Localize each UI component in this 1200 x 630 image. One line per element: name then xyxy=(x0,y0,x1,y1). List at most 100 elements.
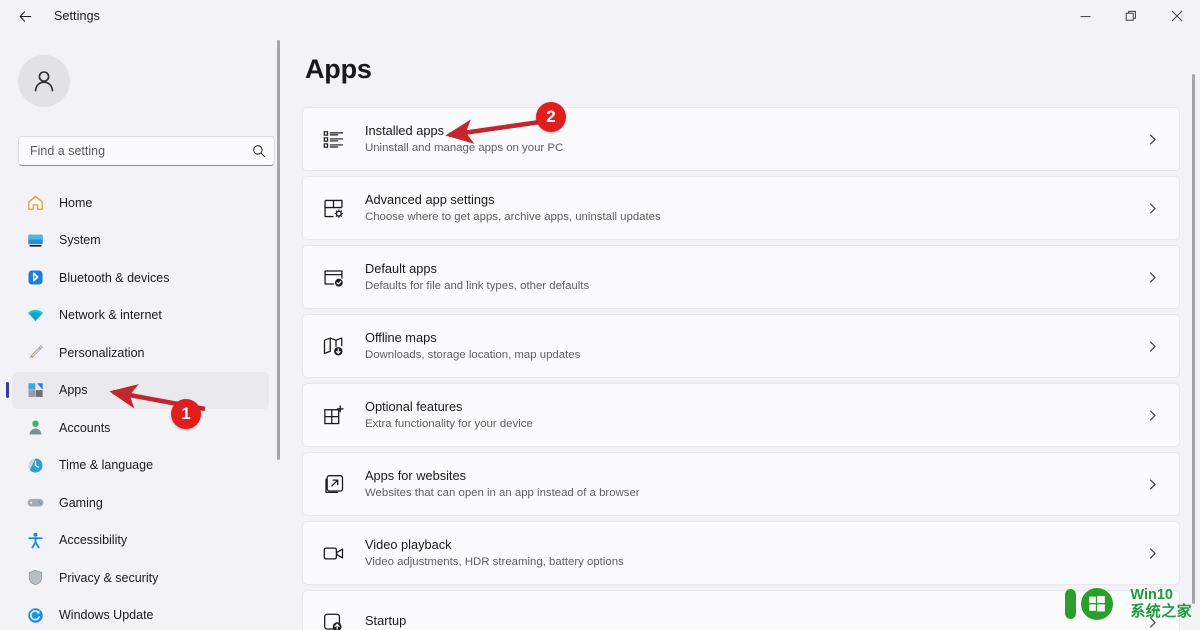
card-offline-maps[interactable]: Offline maps Downloads, storage location… xyxy=(302,314,1180,378)
settings-window: Settings Find a setting Home System Blue… xyxy=(0,0,1200,630)
windows-update-icon xyxy=(25,605,45,625)
bluetooth-icon xyxy=(25,268,45,288)
sidebar-item-label: Personalization xyxy=(59,345,145,360)
main-content: Apps Installed apps Uninstall and manage… xyxy=(283,32,1200,630)
watermark: Win10 系统之家 xyxy=(1061,584,1192,624)
card-title: Startup xyxy=(365,613,407,628)
sidebar-item-privacy-security[interactable]: Privacy & security xyxy=(12,559,269,597)
settings-card-list: Installed apps Uninstall and manage apps… xyxy=(302,107,1180,630)
page-title: Apps xyxy=(305,54,372,84)
sidebar-item-label: Bluetooth & devices xyxy=(59,270,170,285)
sidebar-item-label: Home xyxy=(59,195,93,210)
sidebar-nav: Home System Bluetooth & devices Network … xyxy=(0,184,283,630)
card-video-playback[interactable]: Video playback Video adjustments, HDR st… xyxy=(302,521,1180,585)
default-apps-icon xyxy=(320,264,346,290)
watermark-line-1: Win10 xyxy=(1130,587,1173,604)
sidebar-item-bluetooth-devices[interactable]: Bluetooth & devices xyxy=(12,259,269,297)
watermark-logo-icon xyxy=(1065,588,1114,620)
time-language-icon xyxy=(25,455,45,475)
window-title: Settings xyxy=(54,9,100,23)
sidebar-item-time-language[interactable]: Time & language xyxy=(12,447,269,485)
card-title: Installed apps xyxy=(365,122,444,138)
optional-features-icon xyxy=(320,402,346,428)
main-scrollbar[interactable] xyxy=(1192,74,1195,604)
accessibility-icon xyxy=(25,530,45,550)
sidebar-item-label: Time & language xyxy=(59,458,154,473)
card-text: Advanced app settings Choose where to ge… xyxy=(365,192,1141,225)
personalization-icon xyxy=(25,343,45,363)
advanced-app-settings-icon xyxy=(320,195,346,221)
card-subtitle: Extra functionality for your device xyxy=(365,417,533,430)
sidebar-item-gaming[interactable]: Gaming xyxy=(12,484,269,522)
sidebar-item-label: Accessibility xyxy=(59,533,128,548)
card-text: Startup xyxy=(365,613,1141,630)
card-title: Apps for websites xyxy=(365,467,467,483)
sidebar-item-home[interactable]: Home xyxy=(12,184,269,222)
avatar[interactable] xyxy=(18,55,70,107)
startup-icon xyxy=(320,609,346,630)
card-text: Installed apps Uninstall and manage apps… xyxy=(365,123,1141,156)
sidebar-item-apps[interactable]: Apps xyxy=(12,371,269,409)
avatar-circle xyxy=(18,55,70,107)
back-button[interactable] xyxy=(10,1,40,31)
card-text: Video playback Video adjustments, HDR st… xyxy=(365,537,1141,570)
card-text: Offline maps Downloads, storage location… xyxy=(365,330,1141,363)
card-default-apps[interactable]: Default apps Defaults for file and link … xyxy=(302,245,1180,309)
watermark-text: Win10 系统之家 xyxy=(1130,587,1192,620)
sidebar-item-windows-update[interactable]: Windows Update xyxy=(12,597,269,630)
sidebar-item-label: System xyxy=(59,233,101,248)
gaming-icon xyxy=(25,493,45,513)
sidebar-item-label: Network & internet xyxy=(59,308,162,323)
network-icon xyxy=(25,305,45,325)
chevron-right-icon xyxy=(1141,547,1163,560)
sidebar-scrollbar[interactable] xyxy=(277,40,280,460)
privacy-security-icon xyxy=(25,568,45,588)
card-subtitle: Defaults for file and link types, other … xyxy=(365,279,590,292)
accounts-icon xyxy=(25,418,45,438)
card-apps-for-websites[interactable]: Apps for websites Websites that can open… xyxy=(302,452,1180,516)
video-playback-icon xyxy=(320,540,346,566)
sidebar-item-label: Windows Update xyxy=(59,608,154,623)
chevron-right-icon xyxy=(1141,202,1163,215)
sidebar-item-personalization[interactable]: Personalization xyxy=(12,334,269,372)
sidebar: Home System xyxy=(0,32,283,630)
chevron-right-icon xyxy=(1141,478,1163,491)
card-advanced-app-settings[interactable]: Advanced app settings Choose where to ge… xyxy=(302,176,1180,240)
minimize-button[interactable] xyxy=(1062,0,1108,32)
restore-icon xyxy=(1125,10,1136,21)
sidebar-item-label: Gaming xyxy=(59,495,103,510)
window-controls xyxy=(1062,0,1200,32)
chevron-right-icon xyxy=(1141,271,1163,284)
chevron-right-icon xyxy=(1141,133,1163,146)
card-title: Advanced app settings xyxy=(365,191,495,207)
card-startup[interactable]: Startup xyxy=(302,590,1180,630)
card-optional-features[interactable]: Optional features Extra functionality fo… xyxy=(302,383,1180,447)
apps-for-websites-icon xyxy=(320,471,346,497)
close-button[interactable] xyxy=(1154,0,1200,32)
card-installed-apps[interactable]: Installed apps Uninstall and manage apps… xyxy=(302,107,1180,171)
search-icon xyxy=(252,144,266,158)
search-input[interactable] xyxy=(30,144,252,158)
home-icon xyxy=(25,193,45,213)
card-text: Apps for websites Websites that can open… xyxy=(365,468,1141,501)
back-arrow-icon xyxy=(19,10,31,22)
sidebar-item-network-internet[interactable]: Network & internet xyxy=(12,297,269,335)
sidebar-item-accounts[interactable]: Accounts xyxy=(12,409,269,447)
chevron-right-icon xyxy=(1141,340,1163,353)
card-subtitle: Websites that can open in an app instead… xyxy=(365,486,640,499)
sidebar-item-system[interactable]: System xyxy=(12,222,269,260)
sidebar-item-accessibility[interactable]: Accessibility xyxy=(12,522,269,560)
card-subtitle: Uninstall and manage apps on your PC xyxy=(365,141,564,154)
chevron-right-icon xyxy=(1141,409,1163,422)
card-text: Default apps Defaults for file and link … xyxy=(365,261,1141,294)
card-title: Video playback xyxy=(365,536,452,552)
search-box[interactable] xyxy=(18,136,275,166)
close-icon xyxy=(1171,10,1183,22)
installed-apps-icon xyxy=(320,126,346,152)
watermark-line-2: 系统之家 xyxy=(1130,602,1192,620)
restore-button[interactable] xyxy=(1108,0,1154,32)
title-bar: Settings xyxy=(0,0,1200,32)
minimize-icon xyxy=(1080,15,1090,17)
sidebar-item-label: Privacy & security xyxy=(59,570,159,585)
offline-maps-icon xyxy=(320,333,346,359)
